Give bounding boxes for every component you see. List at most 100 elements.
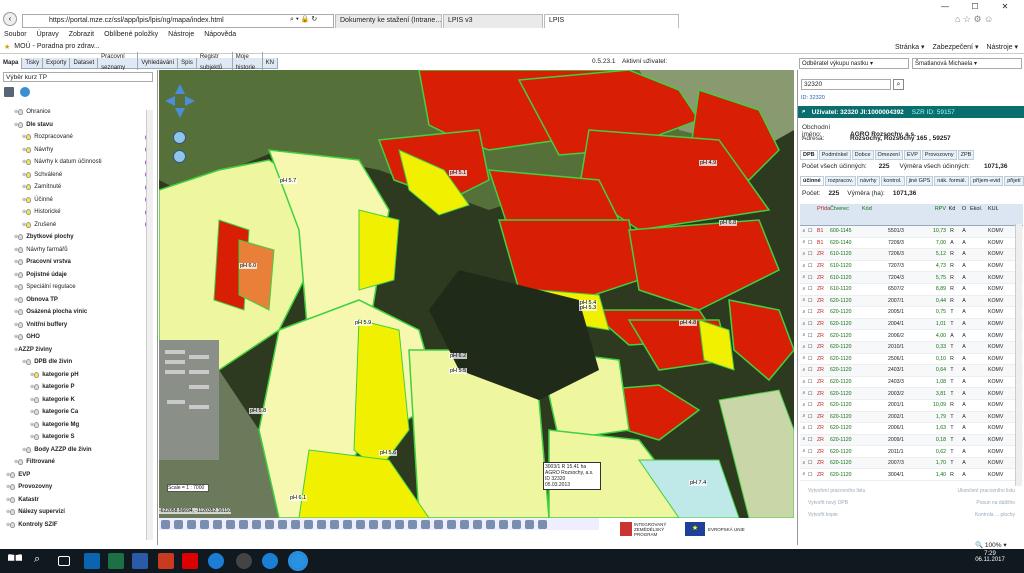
layer-item[interactable]: ⊕ Návrhy xyxy=(6,144,154,157)
bulb-icon[interactable] xyxy=(26,184,32,191)
detail-tab[interactable]: Omezení xyxy=(874,150,903,160)
tab-lpis-v3[interactable]: LPIS v3 xyxy=(443,14,543,28)
layer-item[interactable]: ⊕ Návrhy k datum účinnosti xyxy=(6,156,154,169)
map-tool-icon[interactable] xyxy=(213,519,222,529)
bulb-icon[interactable] xyxy=(34,421,40,428)
layer-item[interactable]: ⊕ DPB dle živin xyxy=(6,356,154,369)
app-tab-1[interactable]: Tisky xyxy=(22,57,44,69)
row-checkbox[interactable]: ☐ xyxy=(808,402,817,408)
map-tool-icon[interactable] xyxy=(538,519,547,529)
bulb-icon[interactable] xyxy=(18,271,24,278)
row-checkbox[interactable]: ☐ xyxy=(808,425,817,431)
row-checkbox[interactable]: ☐ xyxy=(808,356,817,362)
footer-action[interactable]: Vytvoření pracovního listu xyxy=(808,488,865,500)
row-magnifier-icon[interactable]: ⌕ xyxy=(800,379,808,386)
minimize-icon[interactable]: — xyxy=(930,2,960,11)
layer-item[interactable]: ⊕ Zbytkové plochy xyxy=(6,231,154,244)
layer-item[interactable]: ⊕ Ohranice xyxy=(6,106,154,119)
row-magnifier-icon[interactable]: ⌕ xyxy=(800,436,808,443)
pan-left-icon[interactable] xyxy=(165,96,175,106)
row-checkbox[interactable]: ☐ xyxy=(808,437,817,443)
ph-label[interactable]: pH 5.3 xyxy=(579,305,598,311)
right-panel-select[interactable]: Odběratel výkupu nastku ▾ xyxy=(799,58,909,69)
menu-item-4[interactable]: Nástroje xyxy=(168,31,194,38)
filter-tab[interactable]: rozpracov. xyxy=(824,176,857,186)
row-magnifier-icon[interactable]: ⌕ xyxy=(800,321,808,328)
map-tool-icon[interactable] xyxy=(382,519,391,529)
table-row[interactable]: ⌕ ☐ ZR 620-1120 2006/1 1,63 T A KOMV xyxy=(800,423,1023,435)
tab-lpis[interactable]: LPIS xyxy=(544,14,679,28)
address-actions-icon[interactable]: ⌕ ▾ 🔒 ↻ xyxy=(290,15,317,24)
bulb-icon[interactable] xyxy=(34,396,40,403)
filter-tab[interactable]: kontrol. xyxy=(880,176,905,186)
task-view-icon[interactable] xyxy=(58,556,70,566)
map-tool-icon[interactable] xyxy=(343,519,352,529)
app-tab-9[interactable]: KN xyxy=(263,57,278,69)
ph-label[interactable]: pH 4.8 xyxy=(679,320,698,326)
table-row[interactable]: ⌕ ☐ ZR 620-1120 2011/1 0,62 T A KOMV xyxy=(800,446,1023,458)
table-row[interactable]: ⌕ ☐ ZR 620-1120 2006/2 4,00 A A KOMV xyxy=(800,330,1023,342)
map-tool-icon[interactable] xyxy=(291,519,300,529)
pan-up-icon[interactable] xyxy=(175,84,185,94)
map-tool-icon[interactable] xyxy=(408,519,417,529)
table-row[interactable]: ⌕ ☐ ZR 620-1120 2010/1 0,33 T A KOMV xyxy=(800,341,1023,354)
row-checkbox[interactable]: ☐ xyxy=(808,228,817,234)
row-checkbox[interactable]: ☐ xyxy=(808,251,817,257)
row-magnifier-icon[interactable]: ⌕ xyxy=(800,413,808,420)
back-icon[interactable]: ‹ xyxy=(3,12,17,26)
map-tool-icon[interactable] xyxy=(447,519,456,529)
column-header[interactable]: RPV xyxy=(920,206,946,212)
layer-item[interactable]: ⊕ Vnitřní buffery xyxy=(6,319,154,332)
layer-item[interactable]: ⊕ Katastr xyxy=(6,494,154,507)
row-checkbox[interactable]: ☐ xyxy=(808,449,817,455)
row-checkbox[interactable]: ☐ xyxy=(808,414,817,420)
row-checkbox[interactable]: ☐ xyxy=(808,286,817,292)
app-tab-3[interactable]: Dataset xyxy=(70,57,99,69)
layer-item[interactable]: ⊕ Speciální regulace xyxy=(6,281,154,294)
layer-scrollbar[interactable] xyxy=(146,110,153,540)
ph-label[interactable]: pH 5.7 xyxy=(279,178,298,184)
table-row[interactable]: ⌕ ☐ ZR 620-1120 2002/1 1,79 T A KOMV xyxy=(800,411,1023,424)
bulb-icon[interactable] xyxy=(26,359,32,366)
row-magnifier-icon[interactable]: ⌕ xyxy=(800,263,808,270)
map-tool-icon[interactable] xyxy=(473,519,482,529)
map-tool-icon[interactable] xyxy=(330,519,339,529)
table-row[interactable]: ⌕ ☐ ZR 620-1120 2007/1 0,44 R A KOMV xyxy=(800,295,1023,308)
layer-select[interactable]: Výběr kurz TP xyxy=(3,72,153,82)
menu-item-3[interactable]: Oblíbené položky xyxy=(104,31,158,38)
bulb-icon[interactable] xyxy=(34,409,40,416)
windows-start-icon[interactable] xyxy=(8,554,22,561)
row-magnifier-icon[interactable]: ⌕ xyxy=(800,355,808,362)
pan-right-icon[interactable] xyxy=(185,96,195,106)
detail-tab[interactable]: EVP xyxy=(903,150,921,160)
table-row[interactable]: ⌕ ☐ ZR 610-1120 7207/3 4,73 R A KOMV xyxy=(800,261,1023,273)
ph-label[interactable]: pH 6.1 xyxy=(289,495,308,501)
filter-tab[interactable]: jiné GPS xyxy=(905,176,934,186)
map-tool-icon[interactable] xyxy=(317,519,326,529)
bulb-icon[interactable] xyxy=(34,434,40,441)
bulb-icon[interactable] xyxy=(10,484,16,491)
layer-item[interactable]: ⊕ GHO xyxy=(6,331,154,344)
row-magnifier-icon[interactable]: ⌕ xyxy=(800,390,808,397)
bulb-icon[interactable] xyxy=(26,171,32,178)
table-row[interactable]: ⌕ ☐ ZR 620-1120 2001/1 10,09 R A KOMV xyxy=(800,400,1023,412)
print-icon[interactable] xyxy=(4,87,14,97)
map-tool-icon[interactable] xyxy=(278,519,287,529)
layer-item[interactable]: ⊕ Rozpracované xyxy=(6,131,154,144)
layer-item[interactable]: ⊕ EVP xyxy=(6,469,154,482)
layer-item[interactable]: ⊕ kategorie K xyxy=(6,394,154,407)
row-magnifier-icon[interactable]: ⌕ xyxy=(800,228,808,235)
fav-link[interactable]: MOÚ - Poradna pro zdrav... xyxy=(14,43,99,50)
detail-tab[interactable]: Podmínkel xyxy=(818,150,851,160)
column-header[interactable]: Kód xyxy=(862,206,888,212)
magnifier-icon[interactable]: ⌕ xyxy=(802,108,806,116)
ph-label[interactable]: pH 6.2 xyxy=(449,353,468,359)
table-row[interactable]: ⌕ ☐ B1 620-1140 7209/3 7,00 A A KOMV xyxy=(800,238,1023,250)
bulb-icon[interactable] xyxy=(34,371,40,378)
map-tool-icon[interactable] xyxy=(499,519,508,529)
bulb-icon[interactable] xyxy=(18,259,24,266)
table-row[interactable]: ⌕ ☐ ZR 620-1120 2009/1 0,18 T A KOMV xyxy=(800,434,1023,447)
layer-item[interactable]: ⊕ kategorie Ca xyxy=(6,406,154,419)
map-tool-icon[interactable] xyxy=(304,519,313,529)
row-checkbox[interactable]: ☐ xyxy=(808,309,817,315)
